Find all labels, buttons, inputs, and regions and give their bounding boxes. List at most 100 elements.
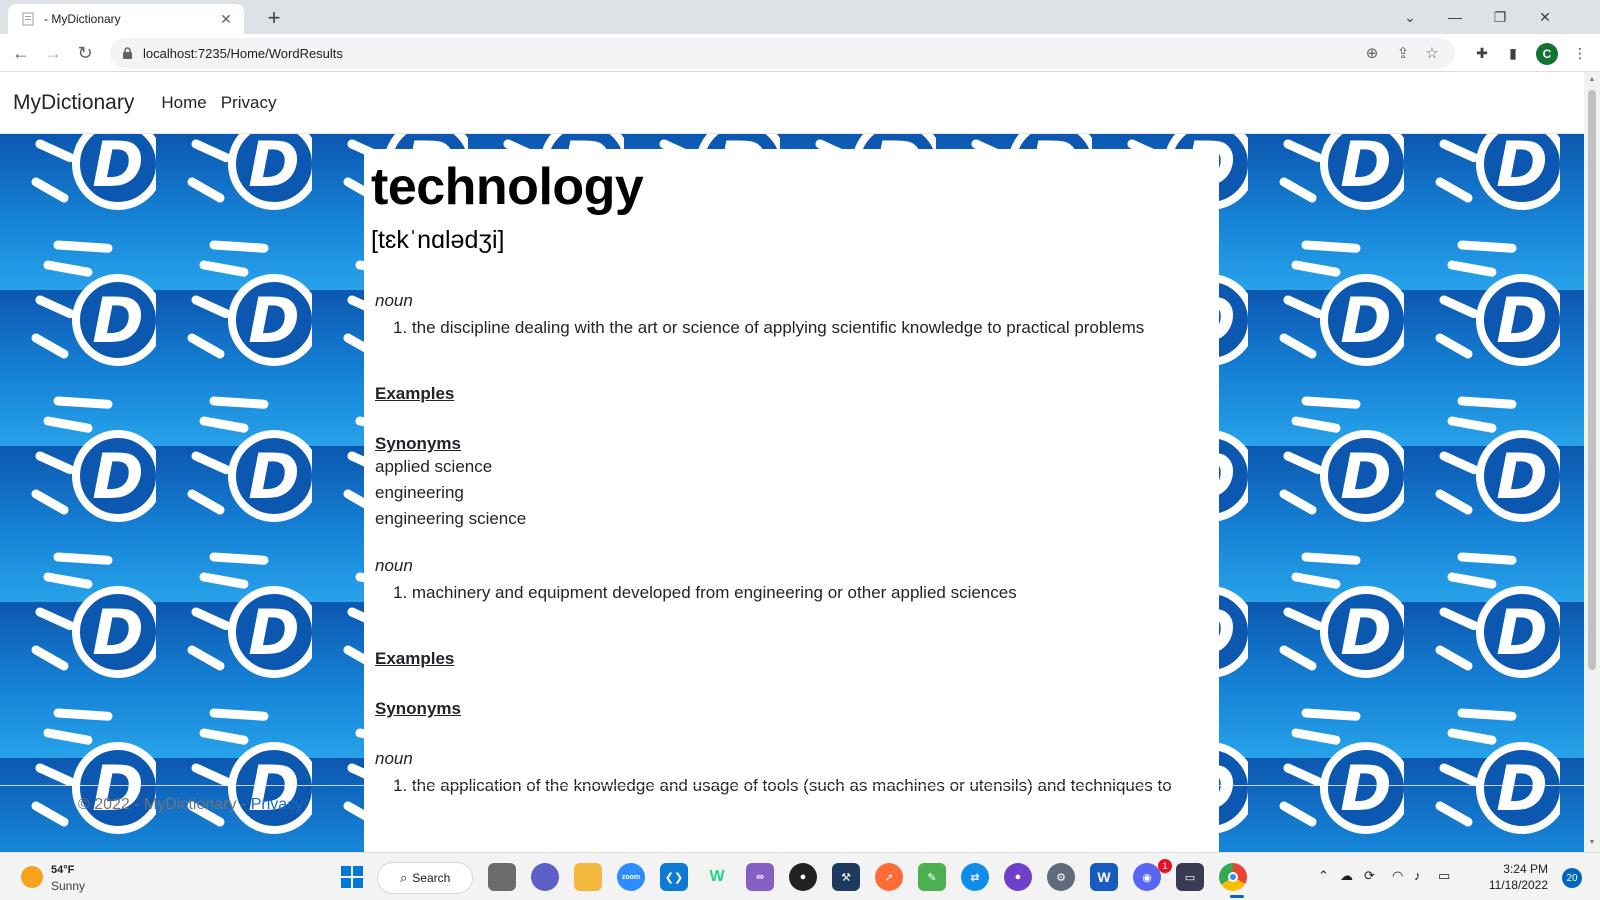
page-scrollbar[interactable]: ▲ ▼ <box>1584 72 1600 852</box>
search-label: Search <box>412 871 451 885</box>
notepad-icon[interactable]: ✎ <box>918 863 946 891</box>
svg-text:D: D <box>1340 752 1391 825</box>
postman-icon[interactable]: ➚ <box>875 863 903 891</box>
terminal-icon[interactable]: ▭ <box>1176 863 1204 891</box>
file-explorer-icon[interactable] <box>574 863 602 891</box>
phonetic: [tɛkˈnɑlədʒi] <box>371 226 505 254</box>
webstorm-icon[interactable]: W <box>703 863 731 891</box>
dictionary-logo-icon: D <box>1435 240 1560 366</box>
volume-icon[interactable]: ♪ <box>1414 868 1421 883</box>
clock[interactable]: 3:24 PM 11/18/2022 <box>1488 861 1548 893</box>
zoom-label: zoom <box>621 873 641 881</box>
extensions-icon[interactable]: ✚ <box>1472 43 1492 63</box>
notification-count[interactable]: 20 <box>1562 868 1582 888</box>
weather-description[interactable]: Sunny <box>51 879 85 893</box>
definition: 1. machinery and equipment developed fro… <box>393 583 1017 602</box>
task-view-icon[interactable] <box>488 863 516 891</box>
discord-badge: 1 <box>1158 859 1172 873</box>
dictionary-logo-icon: D <box>1279 396 1404 522</box>
svg-text:D: D <box>1340 284 1391 357</box>
settings-icon[interactable]: ⚙ <box>1047 863 1075 891</box>
site-brand[interactable]: MyDictionary <box>13 91 134 115</box>
sync-icon[interactable]: ⟳ <box>1364 868 1375 884</box>
visual-studio-icon[interactable]: ∞ <box>746 863 774 891</box>
page-viewport: MyDictionary Home Privacy DDDDDDDDDDDDDD… <box>0 72 1584 852</box>
examples-heading: Examples <box>375 384 455 403</box>
svg-text:D: D <box>92 284 143 357</box>
github-icon[interactable]: ● <box>789 863 817 891</box>
taskbar-search[interactable]: ⌕ Search <box>377 862 473 894</box>
definition: 1. the application of the knowledge and … <box>393 776 1172 795</box>
discord-icon[interactable]: ◉ <box>1133 863 1161 891</box>
scroll-down-icon[interactable]: ▼ <box>1587 838 1597 848</box>
teamviewer-icon[interactable]: ⇄ <box>961 863 989 891</box>
nav-privacy-link[interactable]: Privacy <box>221 93 277 113</box>
dictionary-logo-icon: D <box>1279 134 1404 210</box>
github-desktop-icon[interactable]: ● <box>1004 863 1032 891</box>
site-navbar: MyDictionary Home Privacy <box>0 72 1584 134</box>
dictionary-logo-icon: D <box>1435 708 1560 834</box>
forward-icon[interactable]: → <box>39 39 67 67</box>
menu-icon[interactable]: ⋮ <box>1570 43 1590 63</box>
windows-taskbar: 54°F Sunny ⌕ Search zoom ❮❯ W ∞ ● ⚒ ➚ ✎ ⇄… <box>0 852 1600 900</box>
dictionary-logo-icon: D <box>1560 134 1584 230</box>
tab-search-icon[interactable]: ⌄ <box>1390 4 1430 30</box>
sense-block: noun 1. machinery and equipment develope… <box>371 556 1219 719</box>
minimize-icon[interactable]: — <box>1435 4 1475 30</box>
browser-toolbar: ← → ↻ localhost:7235/Home/WordResults ⊕ … <box>0 34 1600 72</box>
nav-home-link[interactable]: Home <box>161 93 206 113</box>
wifi-icon[interactable]: ◠ <box>1392 868 1403 884</box>
dictionary-logo-icon: D <box>1560 542 1584 698</box>
svg-text:D: D <box>1496 134 1547 201</box>
svg-text:D: D <box>92 596 143 669</box>
examples-heading: Examples <box>375 649 455 668</box>
new-tab-button[interactable]: + <box>260 5 288 33</box>
synonym-item: engineering <box>375 483 464 502</box>
zoom-app-icon[interactable]: zoom <box>617 863 645 891</box>
bookmark-star-icon[interactable]: ☆ <box>1423 44 1441 62</box>
zoom-icon[interactable]: ⊕ <box>1363 44 1381 62</box>
profile-avatar[interactable]: C <box>1536 43 1558 65</box>
scroll-up-icon[interactable]: ▲ <box>1587 75 1597 85</box>
scroll-thumb[interactable] <box>1588 90 1596 670</box>
share-icon[interactable]: ⇪ <box>1394 44 1412 62</box>
start-icon[interactable] <box>338 863 366 891</box>
teams-icon[interactable] <box>531 863 559 891</box>
ssms-icon[interactable]: ⚒ <box>832 863 860 891</box>
onedrive-icon[interactable]: ☁ <box>1340 868 1353 884</box>
webstorm-label: W <box>709 868 725 885</box>
chrome-icon[interactable] <box>1219 863 1247 891</box>
synonyms-heading: Synonyms <box>375 434 461 453</box>
svg-text:D: D <box>92 752 143 825</box>
lock-icon[interactable] <box>120 46 134 60</box>
address-bar[interactable]: localhost:7235/Home/WordResults ⊕ ⇪ ☆ <box>110 38 1455 68</box>
footer-divider <box>0 785 1584 786</box>
dictionary-logo-icon: D <box>187 134 312 210</box>
svg-text:D: D <box>248 596 299 669</box>
vscode-icon[interactable]: ❮❯ <box>660 863 688 891</box>
browser-tab[interactable]: - MyDictionary ✕ <box>8 4 244 34</box>
sun-icon[interactable] <box>21 866 43 888</box>
reload-icon[interactable]: ↻ <box>71 39 99 67</box>
show-hidden-icons-icon[interactable]: ⌃ <box>1318 868 1329 884</box>
dictionary-logo-icon: D <box>1560 230 1584 386</box>
chrome-active-indicator <box>1230 895 1244 898</box>
word-app-icon[interactable]: W <box>1090 863 1118 891</box>
footer-privacy-link[interactable]: Privacy <box>251 796 303 813</box>
dictionary-logo-icon: D <box>1560 386 1584 542</box>
back-icon[interactable]: ← <box>7 39 35 67</box>
svg-text:D: D <box>1496 596 1547 669</box>
tab-strip: - MyDictionary ✕ + ⌄ — ❐ ✕ <box>0 0 1600 34</box>
svg-text:D: D <box>1496 752 1547 825</box>
sense-block: noun 1. the application of the knowledge… <box>371 749 1219 796</box>
restore-icon[interactable]: ❐ <box>1480 4 1520 30</box>
side-panel-icon[interactable]: ▮ <box>1503 43 1523 63</box>
clock-date: 11/18/2022 <box>1488 878 1548 892</box>
battery-icon[interactable]: ▭ <box>1438 868 1450 884</box>
weather-temperature[interactable]: 54°F <box>51 864 74 876</box>
dictionary-logo-icon: D <box>1279 552 1404 678</box>
dictionary-logo-icon: D <box>187 552 312 678</box>
close-tab-icon[interactable]: ✕ <box>218 11 234 27</box>
part-of-speech: noun <box>375 749 413 768</box>
close-window-icon[interactable]: ✕ <box>1525 4 1565 30</box>
